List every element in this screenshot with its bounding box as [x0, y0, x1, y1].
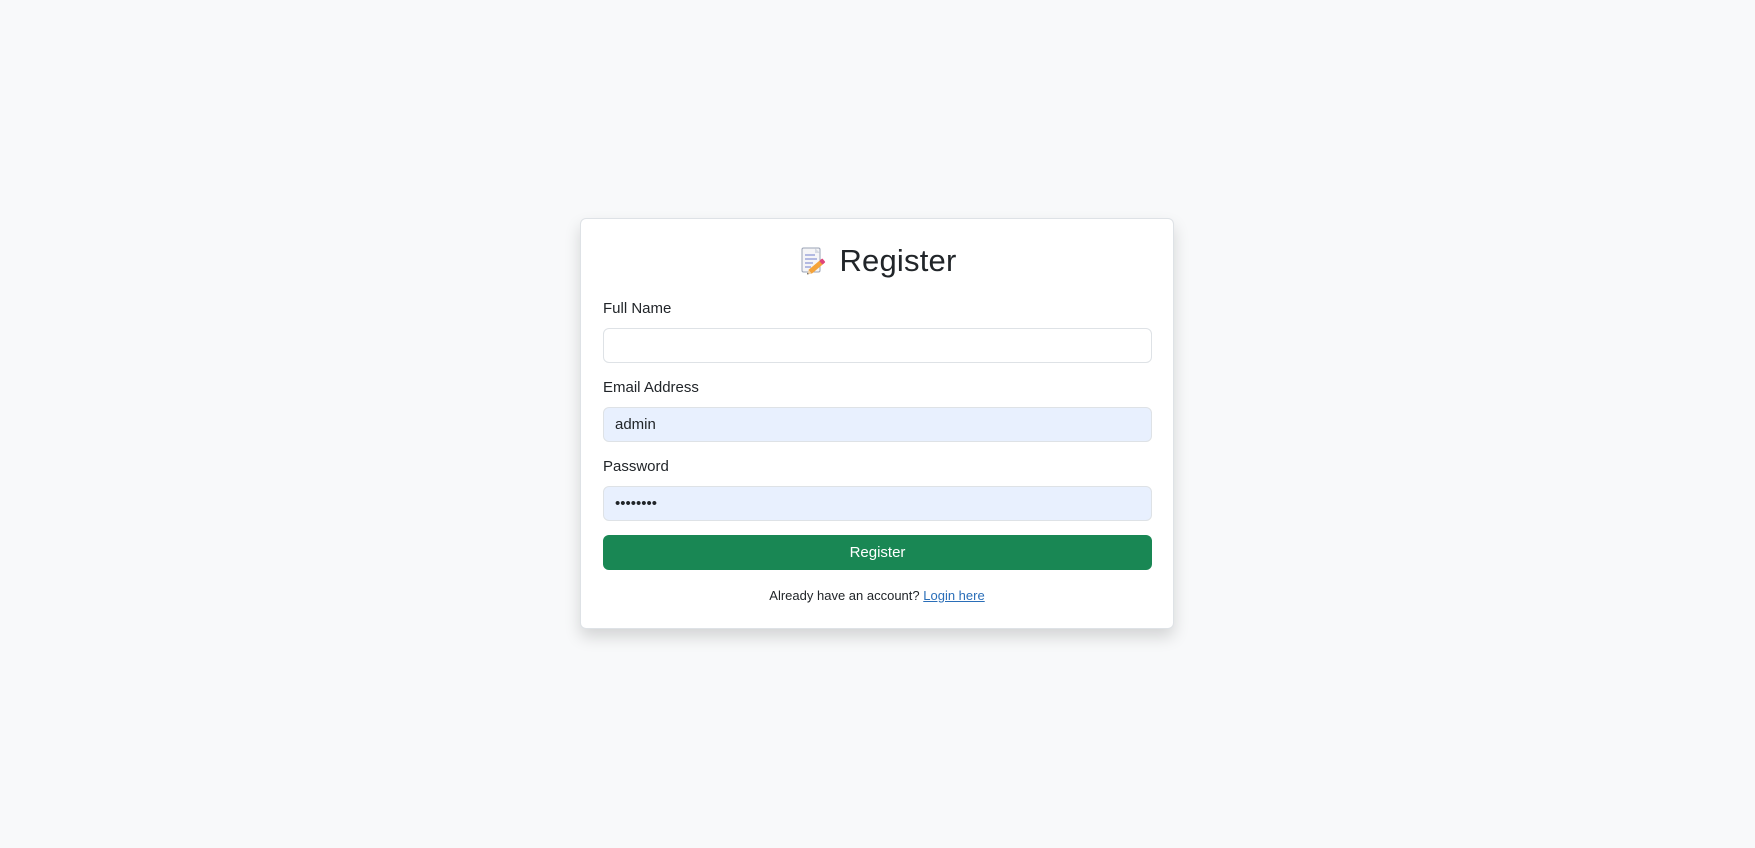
password-field[interactable] — [603, 486, 1152, 521]
email-field[interactable] — [603, 407, 1152, 442]
register-button[interactable]: Register — [603, 535, 1152, 570]
full-name-field[interactable] — [603, 328, 1152, 363]
email-label: Email Address — [603, 379, 699, 396]
password-label: Password — [603, 458, 669, 475]
card-header: Register — [603, 241, 1151, 281]
page-title: Register — [839, 243, 957, 278]
full-name-label: Full Name — [603, 300, 672, 317]
login-prompt-text: Already have an account? — [769, 588, 920, 603]
register-card: Register Full Name Email Address Passwor… — [580, 218, 1174, 629]
memo-icon — [797, 245, 829, 277]
login-link[interactable]: Login here — [923, 588, 984, 603]
login-prompt: Already have an account? Login here — [603, 588, 1151, 603]
